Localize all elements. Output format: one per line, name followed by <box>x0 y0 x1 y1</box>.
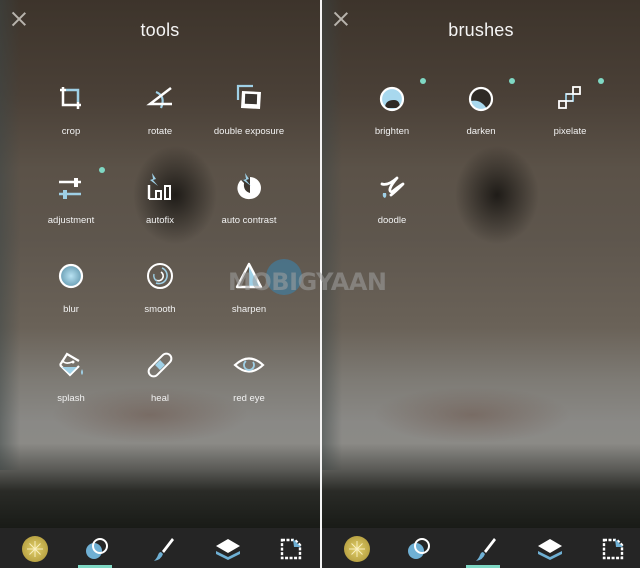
brush-icon <box>154 538 174 561</box>
tool-smooth[interactable]: smooth <box>110 260 210 340</box>
tool-adjustment[interactable]: adjustment <box>21 167 121 251</box>
nav-tools[interactable] <box>398 528 438 568</box>
brush-pixelate[interactable]: pixelate <box>520 78 620 162</box>
nav-brushes[interactable] <box>464 528 504 568</box>
tool-label: sharpen <box>231 304 267 315</box>
brush-label: pixelate <box>553 126 587 137</box>
effects-icon <box>344 536 370 562</box>
new-badge <box>420 78 426 84</box>
new-badge <box>509 78 515 84</box>
tool-sharpen[interactable]: sharpen <box>199 260 299 340</box>
blurred-photo-background <box>322 0 640 528</box>
layers-icon <box>538 539 562 560</box>
sharpen-icon <box>235 262 263 289</box>
rotate-icon <box>146 87 172 109</box>
pixelate-icon <box>558 86 581 109</box>
bottom-nav-bar <box>322 528 640 568</box>
tool-splash[interactable]: splash <box>21 349 121 429</box>
nav-stickers[interactable] <box>592 528 632 568</box>
brush-icon <box>476 538 496 561</box>
double-exposure-icon <box>236 84 261 109</box>
nav-tools[interactable] <box>76 528 116 568</box>
brush-brighten[interactable]: brighten <box>342 78 442 162</box>
nav-layers[interactable] <box>528 528 568 568</box>
tool-double-exposure[interactable]: double exposure <box>199 82 299 162</box>
tool-red-eye[interactable]: red eye <box>199 349 299 429</box>
nav-layers[interactable] <box>206 528 246 568</box>
tool-crop[interactable]: crop <box>21 82 121 162</box>
tool-rotate[interactable]: rotate <box>110 82 210 162</box>
sticker-icon <box>280 538 302 560</box>
blur-icon <box>58 263 84 289</box>
doodle-icon <box>380 176 405 198</box>
brush-label: doodle <box>377 215 407 226</box>
new-badge <box>598 78 604 84</box>
bottom-nav-bar <box>0 528 320 568</box>
auto-contrast-icon <box>237 173 261 200</box>
tool-label: auto contrast <box>221 215 277 226</box>
nav-effects[interactable] <box>336 528 376 568</box>
tools-panel: tools crop rotate double exposure adjust… <box>0 0 320 568</box>
tool-heal[interactable]: heal <box>110 349 210 429</box>
sticker-icon <box>602 538 624 560</box>
tools-icon <box>86 538 108 559</box>
nav-effects[interactable] <box>14 528 54 568</box>
new-badge <box>99 167 105 173</box>
effects-icon <box>22 536 48 562</box>
crop-icon <box>60 87 81 109</box>
nav-brushes[interactable] <box>142 528 182 568</box>
nav-stickers[interactable] <box>270 528 310 568</box>
tool-autofix[interactable]: autofix <box>110 171 210 251</box>
panel-title: tools <box>140 20 180 40</box>
splash-icon <box>59 352 83 377</box>
tool-label: red eye <box>233 393 265 404</box>
tools-icon <box>408 538 430 559</box>
brush-doodle[interactable]: doodle <box>342 171 442 251</box>
tool-blur[interactable]: blur <box>21 260 121 340</box>
brighten-icon <box>379 86 405 112</box>
tool-label: double exposure <box>213 126 285 137</box>
adjustment-icon <box>59 178 81 199</box>
red-eye-icon <box>233 357 265 373</box>
tool-auto-contrast[interactable]: auto contrast <box>199 171 299 251</box>
brush-darken[interactable]: darken <box>431 78 531 162</box>
smooth-icon <box>147 263 173 289</box>
layers-icon <box>216 539 240 560</box>
heal-icon <box>147 352 173 378</box>
brushes-panel: brushes brighten darken pixelate doodle <box>322 0 640 568</box>
darken-icon <box>468 86 494 112</box>
autofix-icon <box>147 173 171 200</box>
panel-title: brushes <box>448 20 514 40</box>
